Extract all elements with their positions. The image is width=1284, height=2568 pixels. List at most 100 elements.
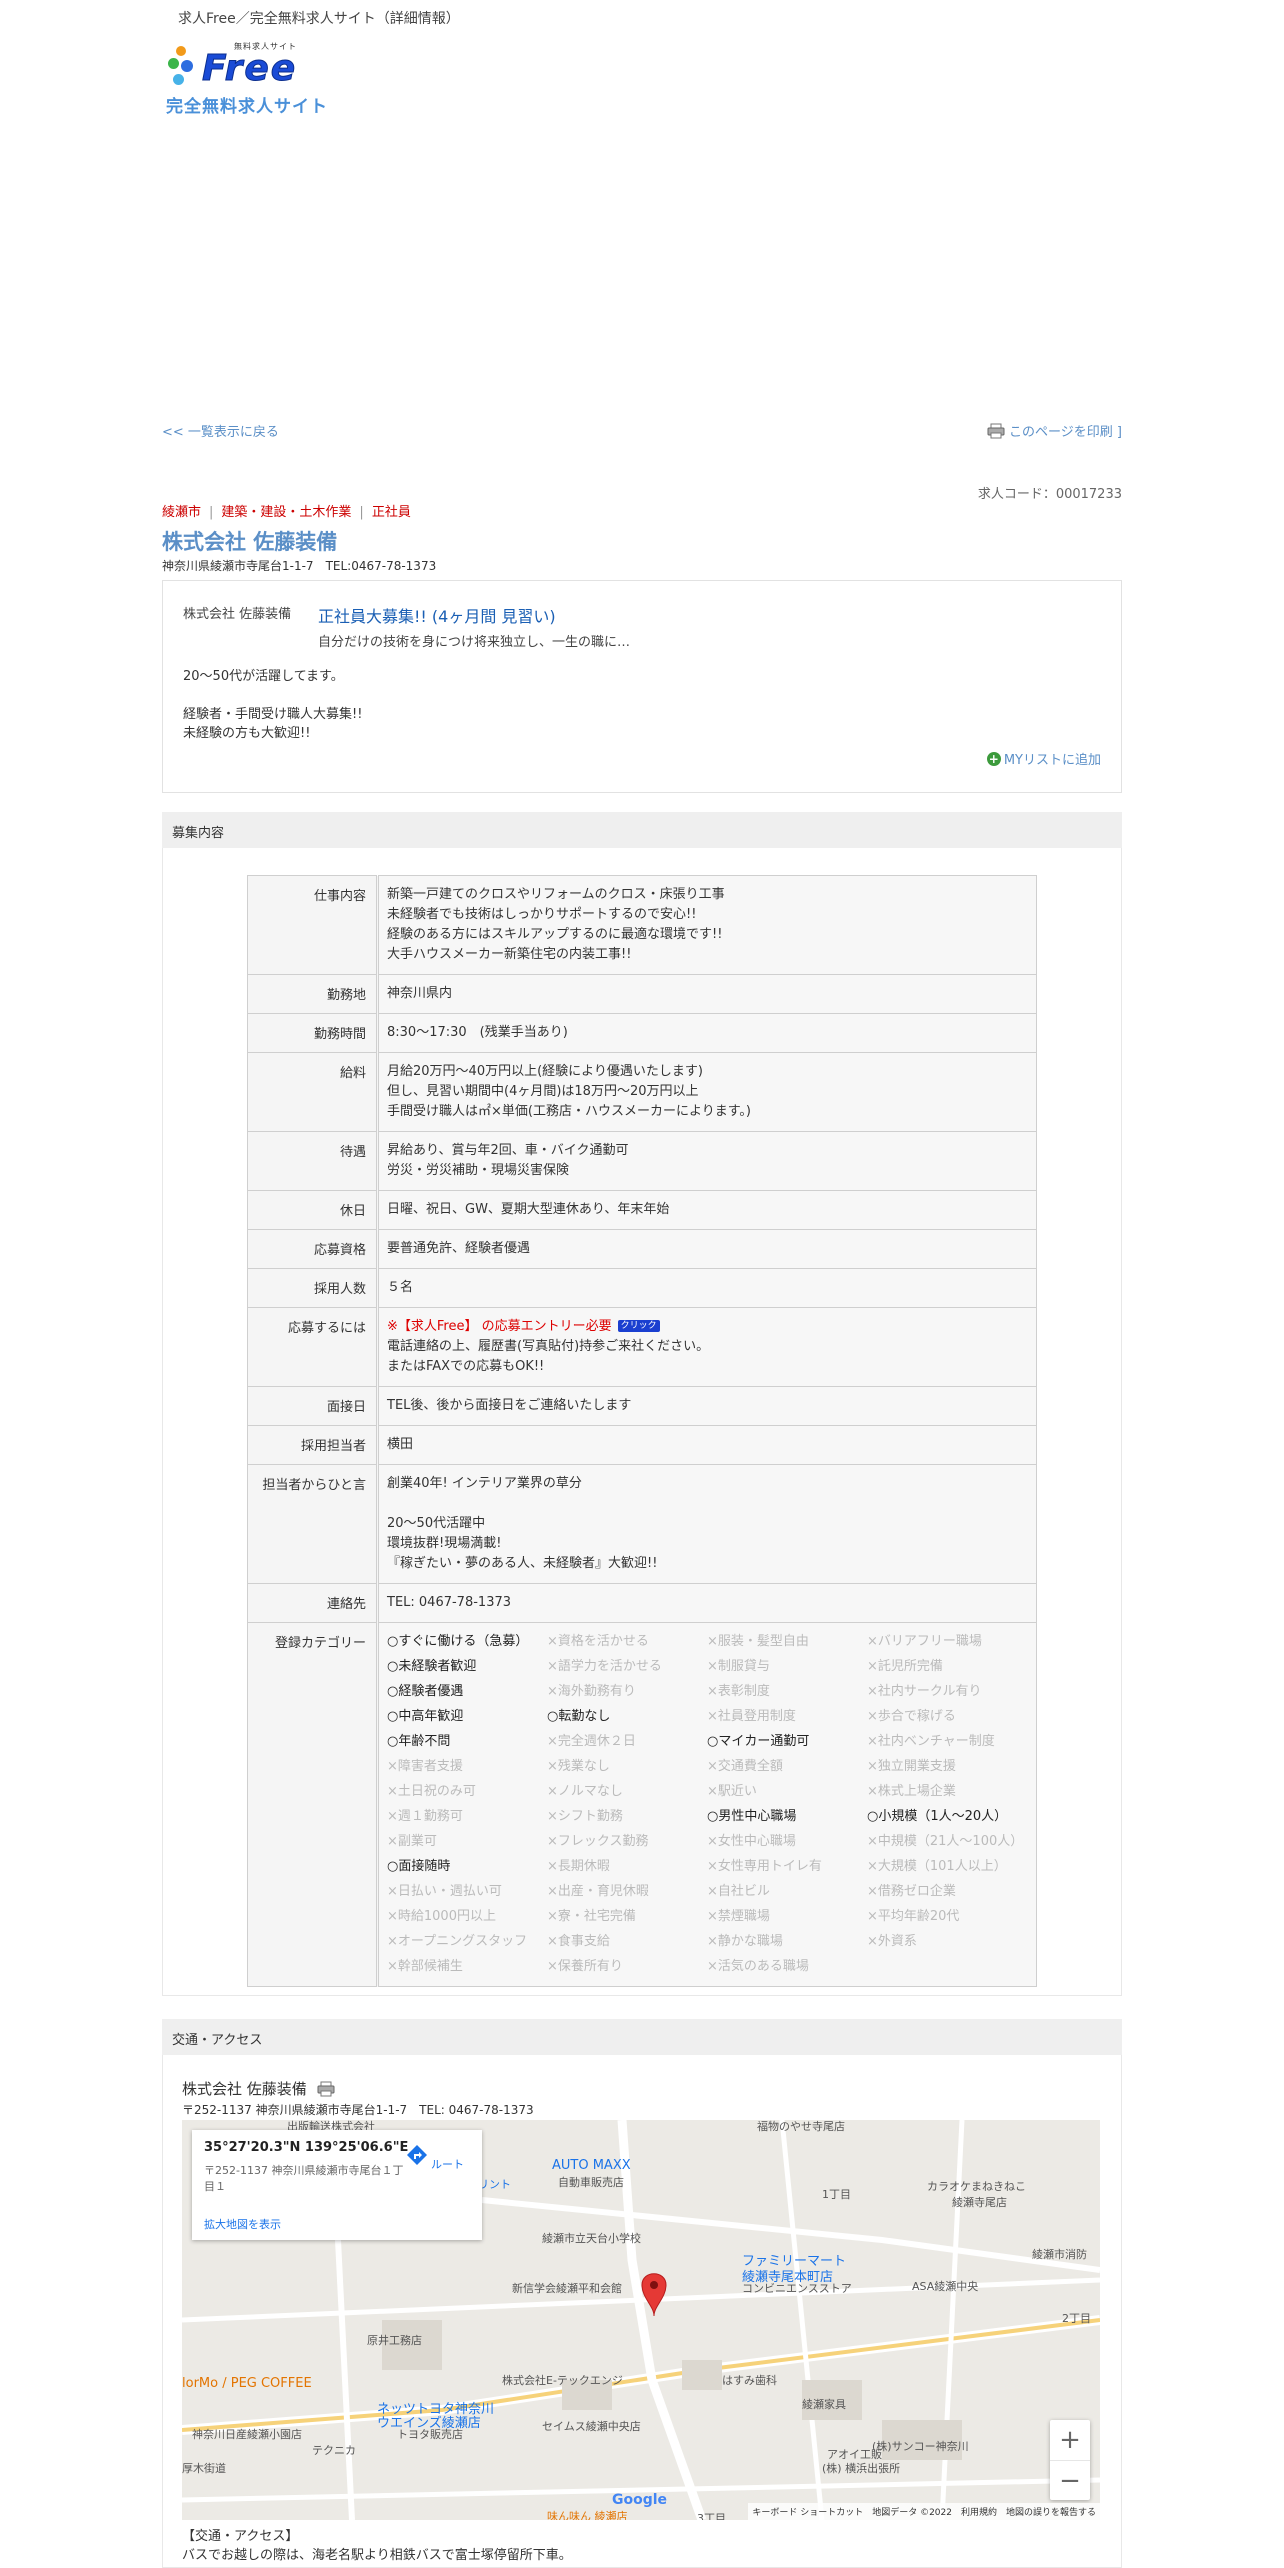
map-place-label[interactable]: 厚木街道 [182,2460,226,2476]
map-place-label[interactable]: AUTO MAXX [552,2158,631,2173]
category-item: ×託児所完備 [867,1659,943,1674]
map-place-label[interactable]: 綾瀬家具 [802,2396,846,2412]
route-button[interactable]: ルート [406,2144,464,2172]
printer-icon[interactable] [317,2081,335,2097]
category-item: ×株式上場企業 [867,1784,956,1799]
row-label: 休日 [247,1190,379,1230]
row-value: ５名 [377,1268,1037,1308]
apply-instructions: 電話連絡の上、履歴書(写真貼付)持参ご来社ください。 またはFAXでの応募もOK… [387,1339,710,1374]
map-place-label[interactable]: コンビニエンスストア [742,2280,852,2296]
category-item: ×残業なし [547,1759,610,1774]
category-item: ×資格を活かせる [547,1634,649,1649]
print-page-label: このページを印刷 ] [1009,425,1122,440]
map-place-label[interactable]: lorMo / PEG COFFEE [182,2376,312,2391]
table-row: 勤務地 神奈川県内 [247,974,1037,1014]
map-place-label[interactable]: (株) 横浜出張所 [822,2460,900,2476]
access-address: 〒252-1137 神奈川県綾瀬市寺尾台1-1-7 TEL: 0467-78-1… [182,2103,534,2117]
category-item: ×駅近い [707,1784,757,1799]
category-item: ×食事支給 [547,1934,610,1949]
crumb-area[interactable]: 綾瀬市 [162,505,201,520]
crumb-industry[interactable]: 建築・建設・土木作業 [221,505,351,520]
view-larger-map-link[interactable]: 拡大地図を表示 [204,2216,281,2232]
category-item: ×社内サークル有り [867,1684,982,1699]
row-label: 待遇 [247,1131,379,1191]
category-item: ×独立開業支援 [867,1759,956,1774]
google-map[interactable]: 出版輸送株式会社 AUTO MAXX 自動車販売店 カラオケまねきねこ 綾瀬寺尾店 綾瀬市… [182,2120,1100,2520]
zoom-controls: + − [1050,2420,1090,2500]
row-label: 登録カテゴリー [247,1622,379,1987]
print-page-link[interactable]: このページを印刷 ] [987,421,1122,440]
recruit-section-header: 募集内容 [162,812,1122,848]
category-item: ×表彰制度 [707,1684,770,1699]
back-to-list-link[interactable]: << 一覧表示に戻る [162,421,279,440]
table-row: 給料 月給20万円～40万円以上(経験により優遇いたします) 但し、見習い期間中(… [247,1052,1037,1132]
row-label: 採用人数 [247,1268,379,1308]
map-info-card: 35°27'20.3"N 139°25'06.6"E 〒252-1137 神奈川… [192,2130,482,2240]
table-row: 勤務時間 8:30～17:30 (残業手当あり) [247,1013,1037,1053]
access-company: 株式会社 佐藤装備 [182,2078,335,2099]
category-item: ×平均年齢20代 [867,1909,960,1924]
row-label: 給料 [247,1052,379,1132]
map-place-label[interactable]: 原井工務店 [367,2332,422,2348]
map-place-label[interactable]: はすみ歯科 [722,2372,777,2388]
map-place-label[interactable]: (株)サンコー神奈川 [872,2438,969,2454]
map-place-label[interactable]: 新信学会綾瀬平和会館 [512,2280,622,2296]
table-row: 応募するには ※【求人Free】 の応募エントリー必要 クリック 電話連絡の上、履… [247,1307,1037,1387]
map-place-label[interactable]: 神奈川日産綾瀬小園店 [192,2426,302,2442]
map-place-label[interactable]: 綾瀬市立天台小学校 [542,2230,641,2246]
map-place-label[interactable]: 綾瀬寺尾店 [952,2194,1007,2210]
category-item: ○マイカー通勤可 [707,1734,810,1749]
category-item: ×フレックス勤務 [547,1834,649,1849]
map-place-label[interactable]: 3丁目 [697,2510,726,2520]
table-row: 担当者からひと言 創業40年! インテリア業界の草分 20～50代活躍中 環境抜群… [247,1464,1037,1584]
category-item: ×歩合で稼げる [867,1709,956,1724]
map-place-label[interactable]: セイムス綾瀬中央店 [542,2418,641,2434]
table-row: 応募資格 要普通免許、経験者優遇 [247,1229,1037,1269]
category-item: ×保養所有り [547,1959,623,1974]
category-item: ×障害者支援 [387,1759,463,1774]
map-place-label[interactable]: ASA綾瀬中央 [912,2278,978,2294]
access-section-header: 交通・アクセス [162,2019,1122,2055]
map-place-label[interactable]: 2丁目 [1062,2310,1091,2326]
zoom-in-button[interactable]: + [1050,2420,1090,2460]
row-value: 要普通免許、経験者優遇 [377,1229,1037,1269]
row-value: 昇給あり、賞与年2回、車・バイク通勤可 労災・労災補助・現場災害保険 [377,1131,1037,1191]
map-place-label[interactable]: 株式会社E-テックエンジ [502,2372,623,2388]
row-value: 新築一戸建てのクロスやリフォームのクロス・床張り工事 未経験者でも技術はしっかり… [377,875,1037,975]
category-item: ○転勤なし [547,1709,611,1724]
map-place-label[interactable]: カラオケまねきねこ [927,2178,1026,2194]
map-place-label[interactable]: 味ん味ん 綾瀬店 [547,2508,628,2520]
table-row: 連絡先 TEL: 0467-78-1373 [247,1583,1037,1623]
plus-icon: + [986,751,1001,766]
map-place-label[interactable]: トヨタ販売店 [397,2426,463,2442]
category-breadcrumb: 綾瀬市 | 建築・建設・土木作業 | 正社員 [162,505,411,520]
category-item: ○男性中心職場 [707,1809,797,1824]
category-grid: ○すぐに働ける（急募） ×資格を活かせる ×服装・髪型自由 ×バリアフリー職場 ○未経験… [387,1632,1028,1977]
category-item: ×土日祝のみ可 [387,1784,476,1799]
table-row: 登録カテゴリー ○すぐに働ける（急募） ×資格を活かせる ×服装・髪型自由 ×バリアフ… [247,1622,1037,1987]
zoom-out-button[interactable]: − [1050,2460,1090,2500]
access-note: 【交通・アクセス】 バスでお越しの際は、海老名駅より相鉄バスで富士塚停留所下車。 [182,2529,572,2563]
row-value: TEL: 0467-78-1373 [377,1583,1037,1623]
category-item: ×女性専用トイレ有 [707,1859,822,1874]
row-value: ○すぐに働ける（急募） ×資格を活かせる ×服装・髪型自由 ×バリアフリー職場 ○未経験… [377,1622,1037,1987]
table-row: 休日 日曜、祝日、GW、夏期大型連休あり、年末年始 [247,1190,1037,1230]
category-item: ×完全週休２日 [547,1734,636,1749]
category-item: ×大規模（101人以上） [867,1859,1007,1874]
map-place-label[interactable]: テクニカ [312,2442,356,2458]
company-name: 株式会社 佐藤装備 [162,530,338,554]
map-footer[interactable]: キーボード ショートカット 地図データ ©2022 利用規約 地図の誤りを報告す… [748,2503,1100,2520]
entry-required-link[interactable]: ※【求人Free】 の応募エントリー必要 [387,1319,612,1334]
map-place-label[interactable]: 福物のやせ寺尾店 [757,2120,845,2134]
click-badge[interactable]: クリック [617,1320,660,1332]
category-item: ×海外勤務有り [547,1684,636,1699]
map-place-label[interactable]: 自動車販売店 [558,2174,624,2190]
crumb-employment-type[interactable]: 正社員 [372,505,411,520]
logo-subtitle: 完全無料求人サイト [166,97,328,117]
company-address: 神奈川県綾瀬市寺尾台1-1-7 TEL:0467-78-1373 [162,559,437,573]
map-place-label[interactable]: 綾瀬市消防 [1032,2246,1087,2262]
map-place-label[interactable]: 1丁目 [822,2186,851,2202]
row-value: 月給20万円～40万円以上(経験により優遇いたします) 但し、見習い期間中(4ヶ… [377,1052,1037,1132]
site-logo[interactable]: 無料求人サイト Free 完全無料求人サイト [166,40,356,117]
add-to-mylist-button[interactable]: + MYリストに追加 [986,749,1101,768]
